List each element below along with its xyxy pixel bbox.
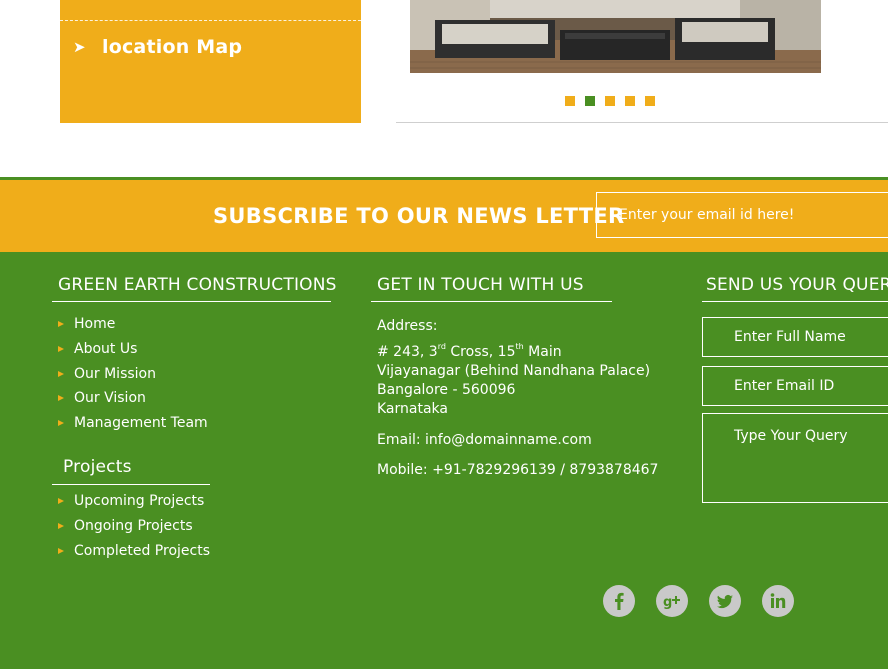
projects-nav: Upcoming Projects Ongoing Projects Compl… (52, 489, 210, 563)
footer-link-our-mission[interactable]: Our Mission (52, 361, 208, 386)
footer-link-label[interactable]: Our Mission (74, 366, 156, 382)
footer-link-label[interactable]: Management Team (74, 415, 208, 431)
company-title: GREEN EARTH CONSTRUCTIONS (58, 275, 337, 295)
projects-title-rule (52, 484, 210, 485)
slider-dot-1[interactable] (565, 96, 575, 106)
footer-link-about-us[interactable]: About Us (52, 337, 208, 362)
query-textarea[interactable] (702, 413, 888, 503)
facebook-glyph (615, 592, 624, 610)
slider-image (410, 0, 821, 73)
google-plus-icon[interactable]: g (656, 585, 688, 617)
contact-title-rule (371, 301, 612, 302)
projects-title: Projects (63, 457, 132, 477)
patio-furniture-photo (410, 0, 821, 73)
slider-dot-2[interactable] (585, 96, 595, 106)
google-plus-glyph: g (663, 595, 680, 610)
full-name-input[interactable] (702, 317, 888, 357)
section-divider (396, 122, 888, 123)
footer-link-label[interactable]: Upcoming Projects (74, 493, 204, 509)
footer-link-home[interactable]: Home (52, 312, 208, 337)
bullet-arrow-icon (58, 547, 64, 554)
slider-dot-3[interactable] (605, 96, 615, 106)
newsletter-title: SUBSCRIBE TO OUR NEWS LETTER (213, 204, 625, 228)
query-email-input[interactable] (702, 366, 888, 406)
bullet-arrow-icon (58, 498, 64, 505)
linkedin-glyph (770, 593, 786, 608)
menu-divider (60, 20, 361, 21)
footer: GREEN EARTH CONSTRUCTIONS Home About Us … (0, 255, 888, 669)
footer-link-label[interactable]: Completed Projects (74, 543, 210, 559)
address-block: Address: # 243, 3rd Cross, 15th Main Vij… (377, 317, 658, 480)
bullet-arrow-icon (58, 395, 64, 402)
footer-link-label[interactable]: Our Vision (74, 390, 146, 406)
query-title: SEND US YOUR QUERY (706, 275, 888, 295)
slider-dot-5[interactable] (645, 96, 655, 106)
slider-dot-4[interactable] (625, 96, 635, 106)
contact-title: GET IN TOUCH WITH US (377, 275, 584, 295)
bullet-arrow-icon (58, 420, 64, 427)
address-label: Address: (377, 318, 438, 334)
contact-email[interactable]: Email: info@domainname.com (377, 431, 658, 450)
address-line-3: Bangalore - 560096 (377, 382, 516, 398)
arrow-right-icon: ➤ (73, 38, 86, 56)
bullet-arrow-icon (58, 523, 64, 530)
footer-link-label[interactable]: About Us (74, 341, 137, 357)
company-nav: Home About Us Our Mission Our Vision Man… (52, 312, 208, 435)
footer-link-upcoming-projects[interactable]: Upcoming Projects (52, 489, 210, 514)
facebook-icon[interactable] (603, 585, 635, 617)
twitter-glyph (717, 594, 733, 609)
svg-text:g: g (663, 595, 672, 610)
twitter-icon[interactable] (709, 585, 741, 617)
address-line-2: Vijayanagar (Behind Nandhana Palace) (377, 363, 651, 379)
footer-link-completed-projects[interactable]: Completed Projects (52, 538, 210, 563)
sidebar-item-location-map[interactable]: location Map (102, 36, 242, 58)
bullet-arrow-icon (58, 370, 64, 377)
bullet-arrow-icon (58, 321, 64, 328)
footer-link-our-vision[interactable]: Our Vision (52, 386, 208, 411)
footer-link-label[interactable]: Ongoing Projects (74, 518, 193, 534)
newsletter-email-input[interactable] (596, 192, 888, 238)
newsletter-bar: SUBSCRIBE TO OUR NEWS LETTER (0, 177, 888, 255)
linkedin-icon[interactable] (762, 585, 794, 617)
footer-link-management-team[interactable]: Management Team (52, 411, 208, 436)
footer-link-ongoing-projects[interactable]: Ongoing Projects (52, 514, 210, 539)
footer-link-label[interactable]: Home (74, 316, 115, 332)
bullet-arrow-icon (58, 346, 64, 353)
contact-mobile: Mobile: +91-7829296139 / 8793878467 (377, 462, 659, 478)
address-line-4: Karnataka (377, 401, 448, 417)
query-title-rule (702, 301, 888, 302)
company-title-rule (52, 301, 331, 302)
sidebar-menu-box: ➤ location Map (60, 0, 361, 123)
address-line-1: # 243, 3rd Cross, 15th Main (377, 342, 562, 361)
